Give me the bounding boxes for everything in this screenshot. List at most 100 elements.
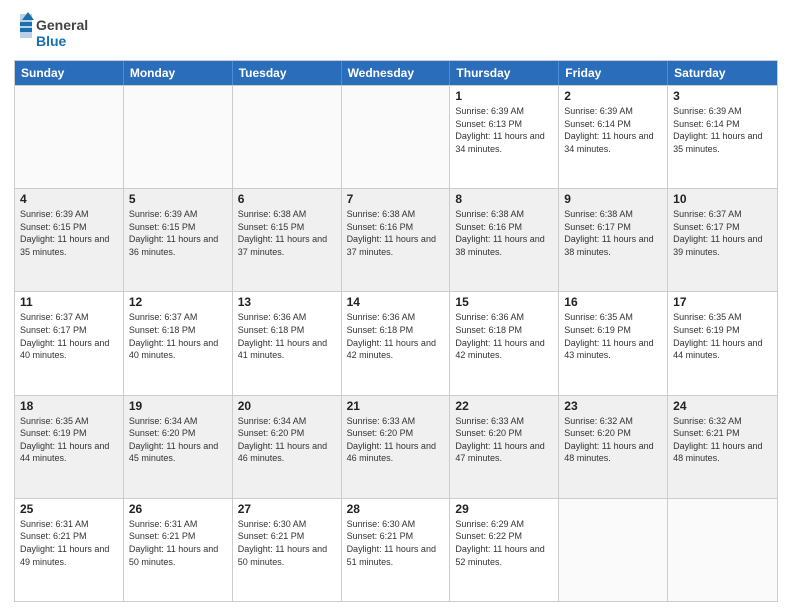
calendar-row-3: 18 Sunrise: 6:35 AM Sunset: 6:19 PM Dayli…	[15, 395, 777, 498]
day-info: Sunrise: 6:39 AM Sunset: 6:14 PM Dayligh…	[564, 105, 662, 155]
day-info: Sunrise: 6:36 AM Sunset: 6:18 PM Dayligh…	[347, 311, 445, 361]
svg-text:Blue: Blue	[36, 33, 67, 49]
day-info: Sunrise: 6:38 AM Sunset: 6:17 PM Dayligh…	[564, 208, 662, 258]
header: General Blue	[14, 10, 778, 54]
calendar-cell-0-0	[15, 86, 124, 188]
day-number: 16	[564, 295, 662, 309]
day-info: Sunrise: 6:31 AM Sunset: 6:21 PM Dayligh…	[20, 518, 118, 568]
day-info: Sunrise: 6:39 AM Sunset: 6:15 PM Dayligh…	[20, 208, 118, 258]
day-info: Sunrise: 6:39 AM Sunset: 6:14 PM Dayligh…	[673, 105, 772, 155]
calendar-cell-2-3: 14 Sunrise: 6:36 AM Sunset: 6:18 PM Dayli…	[342, 292, 451, 394]
day-info: Sunrise: 6:34 AM Sunset: 6:20 PM Dayligh…	[129, 415, 227, 465]
calendar-cell-4-4: 29 Sunrise: 6:29 AM Sunset: 6:22 PM Dayli…	[450, 499, 559, 601]
day-info: Sunrise: 6:31 AM Sunset: 6:21 PM Dayligh…	[129, 518, 227, 568]
day-number: 2	[564, 89, 662, 103]
calendar-cell-1-1: 5 Sunrise: 6:39 AM Sunset: 6:15 PM Daylig…	[124, 189, 233, 291]
day-info: Sunrise: 6:34 AM Sunset: 6:20 PM Dayligh…	[238, 415, 336, 465]
calendar-cell-1-6: 10 Sunrise: 6:37 AM Sunset: 6:17 PM Dayli…	[668, 189, 777, 291]
day-number: 7	[347, 192, 445, 206]
calendar-cell-3-3: 21 Sunrise: 6:33 AM Sunset: 6:20 PM Dayli…	[342, 396, 451, 498]
calendar-body: 1Sunrise: 6:39 AM Sunset: 6:13 PM Daylig…	[15, 85, 777, 601]
day-number: 25	[20, 502, 118, 516]
day-info: Sunrise: 6:33 AM Sunset: 6:20 PM Dayligh…	[347, 415, 445, 465]
calendar: SundayMondayTuesdayWednesdayThursdayFrid…	[14, 60, 778, 602]
calendar-row-2: 11 Sunrise: 6:37 AM Sunset: 6:17 PM Dayli…	[15, 291, 777, 394]
header-cell-thursday: Thursday	[450, 61, 559, 85]
day-number: 9	[564, 192, 662, 206]
calendar-row-0: 1Sunrise: 6:39 AM Sunset: 6:13 PM Daylig…	[15, 85, 777, 188]
day-number: 5	[129, 192, 227, 206]
calendar-row-1: 4Sunrise: 6:39 AM Sunset: 6:15 PM Daylig…	[15, 188, 777, 291]
calendar-cell-4-3: 28 Sunrise: 6:30 AM Sunset: 6:21 PM Dayli…	[342, 499, 451, 601]
day-number: 3	[673, 89, 772, 103]
day-info: Sunrise: 6:38 AM Sunset: 6:16 PM Dayligh…	[347, 208, 445, 258]
day-info: Sunrise: 6:38 AM Sunset: 6:15 PM Dayligh…	[238, 208, 336, 258]
day-number: 10	[673, 192, 772, 206]
day-info: Sunrise: 6:30 AM Sunset: 6:21 PM Dayligh…	[238, 518, 336, 568]
calendar-cell-4-2: 27 Sunrise: 6:30 AM Sunset: 6:21 PM Dayli…	[233, 499, 342, 601]
logo: General Blue	[14, 10, 104, 54]
day-number: 24	[673, 399, 772, 413]
day-number: 17	[673, 295, 772, 309]
calendar-cell-1-5: 9 Sunrise: 6:38 AM Sunset: 6:17 PM Daylig…	[559, 189, 668, 291]
day-info: Sunrise: 6:29 AM Sunset: 6:22 PM Dayligh…	[455, 518, 553, 568]
day-number: 27	[238, 502, 336, 516]
day-info: Sunrise: 6:30 AM Sunset: 6:21 PM Dayligh…	[347, 518, 445, 568]
header-cell-monday: Monday	[124, 61, 233, 85]
day-number: 20	[238, 399, 336, 413]
day-info: Sunrise: 6:39 AM Sunset: 6:15 PM Dayligh…	[129, 208, 227, 258]
day-number: 23	[564, 399, 662, 413]
day-info: Sunrise: 6:38 AM Sunset: 6:16 PM Dayligh…	[455, 208, 553, 258]
header-cell-saturday: Saturday	[668, 61, 777, 85]
calendar-cell-3-1: 19 Sunrise: 6:34 AM Sunset: 6:20 PM Dayli…	[124, 396, 233, 498]
day-info: Sunrise: 6:33 AM Sunset: 6:20 PM Dayligh…	[455, 415, 553, 465]
calendar-cell-4-6	[668, 499, 777, 601]
day-number: 15	[455, 295, 553, 309]
calendar-cell-0-1	[124, 86, 233, 188]
day-number: 13	[238, 295, 336, 309]
calendar-cell-1-0: 4Sunrise: 6:39 AM Sunset: 6:15 PM Daylig…	[15, 189, 124, 291]
calendar-row-4: 25 Sunrise: 6:31 AM Sunset: 6:21 PM Dayli…	[15, 498, 777, 601]
calendar-cell-0-6: 3 Sunrise: 6:39 AM Sunset: 6:14 PM Daylig…	[668, 86, 777, 188]
day-number: 19	[129, 399, 227, 413]
day-info: Sunrise: 6:37 AM Sunset: 6:17 PM Dayligh…	[673, 208, 772, 258]
day-number: 29	[455, 502, 553, 516]
day-number: 1	[455, 89, 553, 103]
day-info: Sunrise: 6:36 AM Sunset: 6:18 PM Dayligh…	[455, 311, 553, 361]
calendar-cell-4-0: 25 Sunrise: 6:31 AM Sunset: 6:21 PM Dayli…	[15, 499, 124, 601]
calendar-cell-0-2	[233, 86, 342, 188]
calendar-cell-4-1: 26Sunrise: 6:31 AM Sunset: 6:21 PM Dayli…	[124, 499, 233, 601]
logo-svg: General Blue	[14, 10, 104, 54]
day-number: 8	[455, 192, 553, 206]
day-number: 12	[129, 295, 227, 309]
day-number: 28	[347, 502, 445, 516]
calendar-cell-2-4: 15 Sunrise: 6:36 AM Sunset: 6:18 PM Dayli…	[450, 292, 559, 394]
day-info: Sunrise: 6:35 AM Sunset: 6:19 PM Dayligh…	[20, 415, 118, 465]
calendar-cell-3-5: 23Sunrise: 6:32 AM Sunset: 6:20 PM Dayli…	[559, 396, 668, 498]
calendar-cell-3-2: 20 Sunrise: 6:34 AM Sunset: 6:20 PM Dayli…	[233, 396, 342, 498]
calendar-cell-4-5	[559, 499, 668, 601]
day-number: 18	[20, 399, 118, 413]
calendar-cell-0-4: 1Sunrise: 6:39 AM Sunset: 6:13 PM Daylig…	[450, 86, 559, 188]
calendar-cell-1-4: 8 Sunrise: 6:38 AM Sunset: 6:16 PM Daylig…	[450, 189, 559, 291]
page: General Blue SundayMondayTuesdayWednesda…	[0, 0, 792, 612]
calendar-cell-2-6: 17 Sunrise: 6:35 AM Sunset: 6:19 PM Dayli…	[668, 292, 777, 394]
calendar-cell-2-2: 13Sunrise: 6:36 AM Sunset: 6:18 PM Dayli…	[233, 292, 342, 394]
calendar-cell-0-3	[342, 86, 451, 188]
calendar-cell-3-6: 24Sunrise: 6:32 AM Sunset: 6:21 PM Dayli…	[668, 396, 777, 498]
calendar-header-row: SundayMondayTuesdayWednesdayThursdayFrid…	[15, 61, 777, 85]
day-number: 14	[347, 295, 445, 309]
header-cell-tuesday: Tuesday	[233, 61, 342, 85]
calendar-cell-3-0: 18 Sunrise: 6:35 AM Sunset: 6:19 PM Dayli…	[15, 396, 124, 498]
day-info: Sunrise: 6:35 AM Sunset: 6:19 PM Dayligh…	[673, 311, 772, 361]
day-number: 11	[20, 295, 118, 309]
header-cell-sunday: Sunday	[15, 61, 124, 85]
day-info: Sunrise: 6:37 AM Sunset: 6:18 PM Dayligh…	[129, 311, 227, 361]
calendar-cell-2-0: 11 Sunrise: 6:37 AM Sunset: 6:17 PM Dayli…	[15, 292, 124, 394]
day-info: Sunrise: 6:37 AM Sunset: 6:17 PM Dayligh…	[20, 311, 118, 361]
day-number: 6	[238, 192, 336, 206]
day-number: 21	[347, 399, 445, 413]
calendar-cell-2-1: 12 Sunrise: 6:37 AM Sunset: 6:18 PM Dayli…	[124, 292, 233, 394]
calendar-cell-1-2: 6 Sunrise: 6:38 AM Sunset: 6:15 PM Daylig…	[233, 189, 342, 291]
svg-text:General: General	[36, 17, 88, 33]
